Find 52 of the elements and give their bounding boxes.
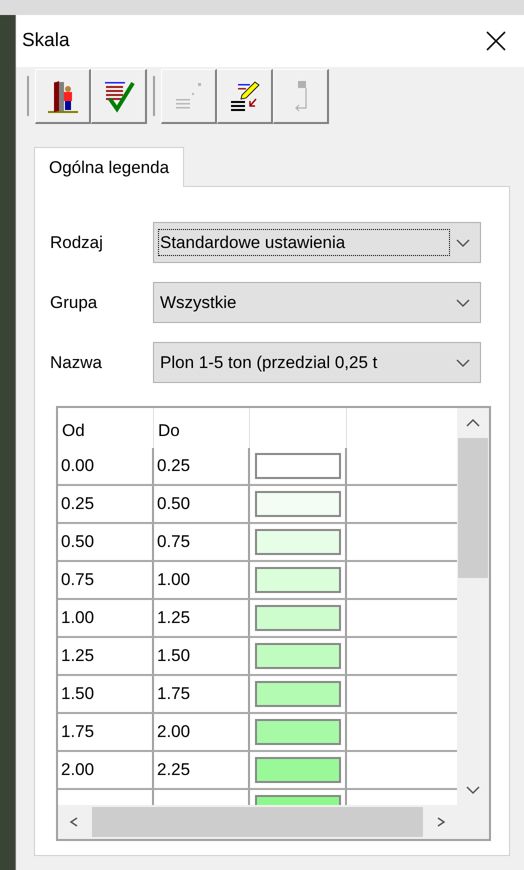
scroll-thumb[interactable] xyxy=(458,438,488,578)
column-header[interactable]: Do xyxy=(154,408,250,448)
table-cell-text: 2.00 xyxy=(157,721,190,744)
table-cell-text: 2.25 xyxy=(157,759,190,782)
color-swatch[interactable] xyxy=(254,529,340,555)
color-swatch[interactable] xyxy=(254,453,340,479)
table-cell-text: 1.50 xyxy=(157,645,190,668)
page-icon xyxy=(294,80,306,112)
color-swatch[interactable] xyxy=(254,605,340,631)
vertical-scrollbar[interactable] xyxy=(457,408,489,805)
chevron-down-icon xyxy=(456,298,470,308)
window-title: Skala xyxy=(22,28,70,53)
field-label: Rodzaj xyxy=(49,232,104,254)
field-label: Grupa xyxy=(49,292,98,314)
chevron-up-icon xyxy=(466,418,480,428)
table-cell-text: 0.25 xyxy=(61,493,94,516)
table-cell-text: 1.25 xyxy=(61,645,94,668)
close-icon xyxy=(485,30,507,52)
table-cell-text: 1.25 xyxy=(157,607,190,630)
table-cell-text: 0.75 xyxy=(61,569,94,592)
table-cell-text: 1.00 xyxy=(157,569,190,592)
color-swatch[interactable] xyxy=(254,719,340,745)
chevron-down-icon xyxy=(456,238,470,248)
horizontal-scrollbar[interactable] xyxy=(58,805,489,839)
dropdown[interactable]: Standardowe ustawienia xyxy=(153,222,481,263)
color-swatch[interactable] xyxy=(254,757,340,783)
table-cell-text: 1.75 xyxy=(61,721,94,744)
chevron-down-icon xyxy=(466,785,480,795)
color-swatch[interactable] xyxy=(254,491,340,517)
column-header[interactable]: Od xyxy=(58,408,154,448)
toolbar-button[interactable] xyxy=(35,68,91,124)
toolbar-button[interactable] xyxy=(217,68,273,124)
table-cell-text: 0.00 xyxy=(61,455,94,478)
color-swatch[interactable] xyxy=(254,643,340,669)
table-cell-text: 1.00 xyxy=(61,607,94,630)
scroll-thumb[interactable] xyxy=(92,807,423,837)
tab[interactable]: Ogólna legenda xyxy=(34,147,184,187)
table-cell-text: 2.00 xyxy=(61,759,94,782)
color-swatch[interactable] xyxy=(254,567,340,593)
table-cell-text: 1.50 xyxy=(61,683,94,706)
chevron-down-icon xyxy=(456,358,470,368)
table-cell-text: 0.50 xyxy=(61,531,94,554)
color-swatch[interactable] xyxy=(254,681,340,707)
table-cell-text: 0.25 xyxy=(157,455,190,478)
dropdown[interactable]: Wszystkie xyxy=(153,282,481,323)
table-cell-text: 0.50 xyxy=(157,493,190,516)
dropdown[interactable]: Plon 1-5 ton (przedzial 0,25 t xyxy=(153,342,481,383)
door-person-icon xyxy=(46,78,80,112)
toolbar-button[interactable] xyxy=(91,68,147,124)
table-cell-text: 0.75 xyxy=(157,531,190,554)
field-label: Nazwa xyxy=(49,352,103,374)
table-cell-text: 1.75 xyxy=(157,683,190,706)
